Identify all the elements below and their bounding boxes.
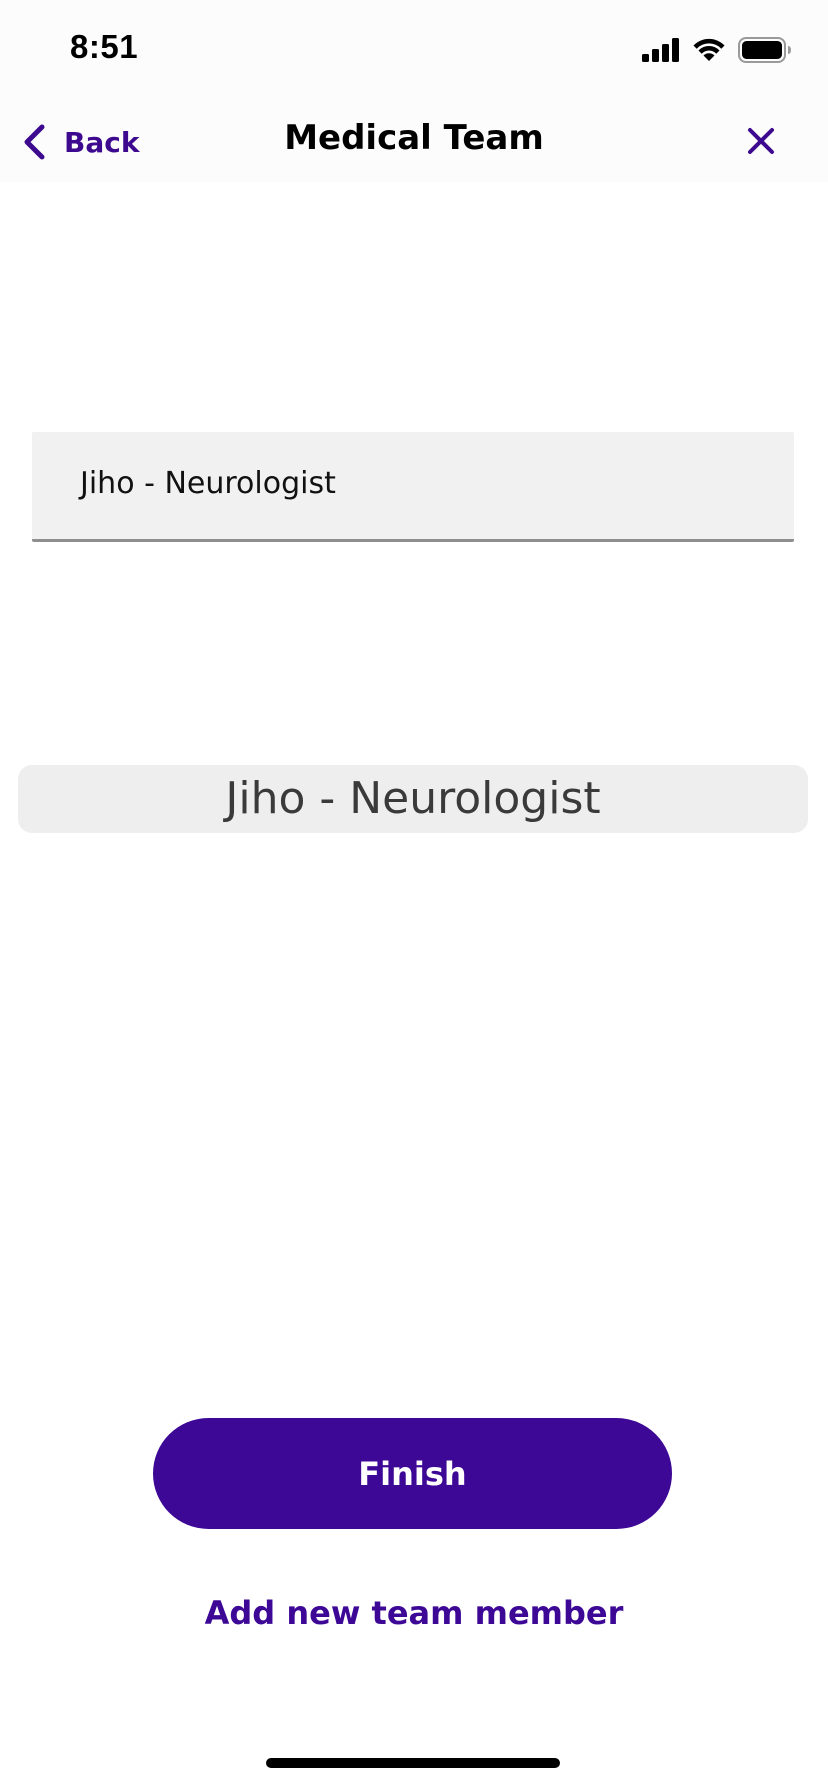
battery-icon <box>738 37 791 63</box>
status-bar: 8:51 <box>0 0 828 100</box>
picker-selected-row[interactable]: Jiho - Neurologist <box>18 765 808 833</box>
nav-bar: Back Medical Team <box>0 100 828 182</box>
page-title: Medical Team <box>284 118 544 158</box>
team-member-select[interactable]: Jiho - Neurologist <box>32 432 794 542</box>
status-icons <box>642 36 792 64</box>
picker-option-label: Jiho - Neurologist <box>225 773 601 824</box>
add-team-member-link[interactable]: Add new team member <box>0 1594 828 1632</box>
medical-team-screen: 8:51 Back Medical Team Jiho - Neurologis… <box>0 0 828 1792</box>
finish-label: Finish <box>358 1454 467 1493</box>
close-icon[interactable] <box>746 126 776 156</box>
status-time: 8:51 <box>70 28 139 65</box>
finish-button[interactable]: Finish <box>153 1418 672 1529</box>
cellular-signal-icon <box>642 38 679 62</box>
select-value: Jiho - Neurologist <box>80 466 336 501</box>
home-indicator <box>266 1758 560 1768</box>
wifi-icon <box>693 38 725 61</box>
